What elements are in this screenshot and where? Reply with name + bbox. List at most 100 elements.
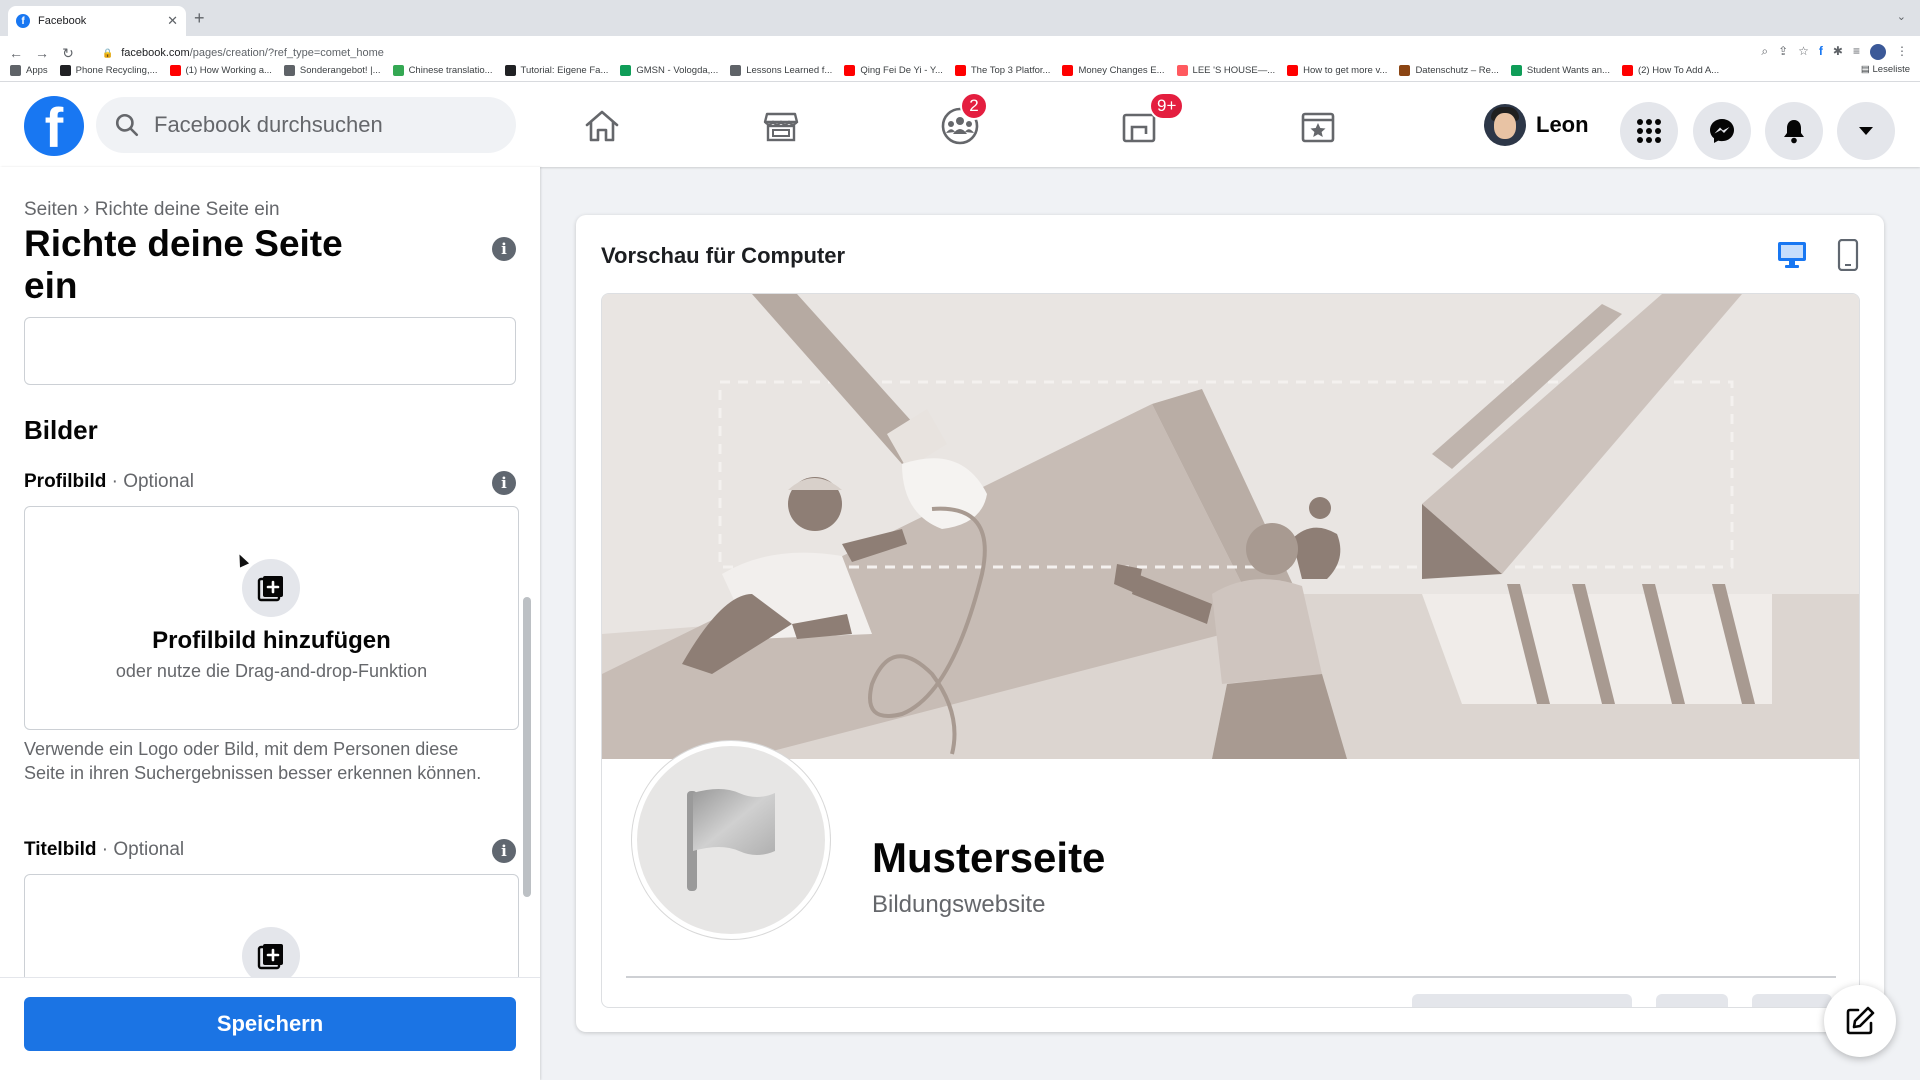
nav-home[interactable] — [580, 104, 624, 148]
search-box[interactable] — [96, 97, 516, 153]
bookmarks-bar: Apps Phone Recycling,... (1) How Working a… — [0, 60, 1920, 82]
account-button[interactable] — [1837, 102, 1895, 160]
profile-picture-upload-area[interactable]: Profilbild hinzufügen oder nutze die Dra… — [24, 506, 519, 730]
bookmark-item[interactable]: Datenschutz – Re... — [1399, 65, 1499, 76]
back-arrow-icon[interactable]: ← — [6, 45, 26, 61]
tab-title: Facebook — [38, 15, 87, 27]
bookmark-item[interactable]: (1) How Working a... — [169, 65, 272, 76]
bookmark-item[interactable]: Apps — [10, 65, 48, 76]
add-photo-icon[interactable] — [242, 559, 300, 617]
new-message-button[interactable] — [1824, 985, 1896, 1057]
optional-suffix: · Optional — [96, 839, 185, 860]
lock-icon: 🔒 — [102, 47, 114, 58]
text-input-field[interactable] — [24, 317, 516, 385]
groups-notification-badge: 2 — [960, 92, 988, 120]
mobile-phone-icon — [1837, 239, 1859, 271]
compose-edit-icon — [1846, 1006, 1875, 1035]
puzzle-extensions-icon[interactable]: ✱ — [1833, 44, 1843, 60]
panel-footer: Speichern — [0, 977, 540, 1080]
save-button[interactable]: Speichern — [24, 997, 516, 1051]
bookmark-label: GMSN - Vologda,... — [636, 65, 719, 76]
bookmark-label: LEE 'S HOUSE—... — [1192, 65, 1276, 76]
cover-photo-info-icon[interactable]: i — [492, 839, 516, 863]
new-tab-button[interactable]: + — [194, 8, 205, 29]
user-name: Leon — [1536, 112, 1589, 137]
bookmark-favicon-icon — [1621, 65, 1633, 76]
bookmark-favicon-icon — [730, 65, 742, 76]
search-input[interactable] — [154, 112, 454, 138]
bookmark-item[interactable]: Lessons Learned f... — [730, 65, 832, 76]
bookmark-label: Lessons Learned f... — [746, 65, 833, 76]
preview-page-name: Musterseite — [872, 834, 1106, 881]
messenger-button[interactable] — [1693, 102, 1751, 160]
facebook-extension-icon[interactable]: f — [1819, 44, 1823, 60]
bookmark-item[interactable]: Tutorial: Eigene Fa... — [504, 65, 608, 76]
optional-suffix: · Optional — [106, 471, 194, 492]
kebab-menu-icon[interactable]: ⋮ — [1896, 44, 1908, 60]
flag-icon — [687, 789, 775, 891]
bookmark-favicon-icon — [59, 65, 71, 76]
messenger-icon — [1710, 119, 1734, 143]
extension-icons: ⌕ ⇪ ☆ f ✱ ≡ ⋮ — [1761, 44, 1908, 60]
bookmark-item[interactable]: Qing Fei De Yi - Y... — [844, 65, 943, 76]
share-icon[interactable]: ⇪ — [1778, 44, 1788, 60]
url-path: /pages/creation/?ref_type=comet_home — [189, 47, 384, 59]
preview-profile-picture — [632, 741, 830, 939]
star-bookmark-icon[interactable]: ☆ — [1798, 44, 1809, 60]
nav-marketplace[interactable] — [759, 104, 803, 148]
browser-tab-facebook[interactable]: f Facebook ✕ — [8, 6, 186, 36]
tab-search-chevron-icon[interactable]: ⌄ — [1897, 10, 1906, 23]
nav-gaming[interactable]: 9+ — [1117, 92, 1185, 148]
bookmark-favicon-icon — [844, 65, 856, 76]
cover-photo-label-text: Titelbild — [24, 839, 97, 860]
reading-list-link[interactable]: ▤ Leseliste — [1861, 64, 1910, 75]
bell-icon — [1784, 120, 1804, 144]
preview-divider — [626, 976, 1836, 978]
bookmark-item[interactable]: LEE 'S HOUSE—... — [1176, 65, 1276, 76]
bookmark-item[interactable]: The Top 3 Platfor... — [954, 65, 1050, 76]
profile-shortcut[interactable]: Leon — [1484, 102, 1589, 148]
home-icon — [585, 110, 619, 142]
close-tab-icon[interactable]: ✕ — [167, 13, 178, 29]
gaming-notification-badge: 9+ — [1149, 92, 1185, 120]
media-control-icon[interactable]: ≡ — [1853, 44, 1860, 60]
reading-list-label: Leseliste — [1872, 64, 1911, 75]
info-icon[interactable]: i — [492, 237, 516, 261]
bookmark-item[interactable]: Sonderangebot! |... — [283, 65, 381, 76]
browser-profile-avatar[interactable] — [1870, 44, 1886, 60]
desktop-preview-toggle[interactable] — [1774, 237, 1810, 273]
menu-button[interactable] — [1620, 102, 1678, 160]
browser-tab-strip: f Facebook ✕ + ⌄ — [0, 0, 1920, 36]
facebook-logo-icon[interactable]: f — [24, 96, 84, 156]
preview-placeholder-tab — [1412, 994, 1632, 1007]
notifications-button[interactable] — [1765, 102, 1823, 160]
forward-arrow-icon[interactable]: → — [32, 45, 52, 61]
profile-picture-info-icon[interactable]: i — [492, 471, 516, 495]
bookmark-favicon-icon — [620, 65, 632, 76]
nav-groups[interactable]: 2 — [938, 92, 988, 148]
profile-picture-label: Profilbild · Optional — [24, 471, 194, 493]
bookmark-item[interactable]: Phone Recycling,... — [59, 65, 158, 76]
bookmark-favicon-icon — [954, 65, 966, 76]
nav-pages[interactable] — [1296, 104, 1340, 148]
bookmark-item[interactable]: GMSN - Vologda,... — [620, 65, 718, 76]
bookmark-favicon-icon — [392, 65, 404, 76]
zoom-icon[interactable]: ⌕ — [1761, 44, 1768, 60]
breadcrumb: Seiten › Richte deine Seite ein — [24, 199, 280, 220]
bookmark-label: Chinese translatio... — [408, 65, 493, 76]
caret-down-icon — [1859, 127, 1873, 135]
bookmark-item[interactable]: Student Wants an... — [1510, 65, 1610, 76]
profile-upload-subtitle: oder nutze die Drag-and-drop-Funktion — [115, 661, 428, 681]
profile-upload-title: Profilbild hinzufügen — [152, 627, 391, 654]
bookmark-item[interactable]: How to get more v... — [1287, 65, 1387, 76]
desktop-preview-card: Vorschau für Computer Musterseite Bildun… — [576, 215, 1884, 1032]
panel-scrollbar[interactable] — [523, 597, 531, 897]
bookmark-item[interactable]: (2) How To Add A... — [1621, 65, 1719, 76]
reload-icon[interactable]: ↻ — [58, 45, 78, 62]
bookmark-label: Sonderangebot! |... — [299, 65, 381, 76]
bookmark-item[interactable]: Chinese translatio... — [392, 65, 493, 76]
bookmark-item[interactable]: Money Changes E... — [1062, 65, 1165, 76]
mobile-preview-toggle[interactable] — [1830, 237, 1866, 273]
bookmark-favicon-icon — [1287, 65, 1299, 76]
profile-picture-label-text: Profilbild — [24, 471, 107, 492]
